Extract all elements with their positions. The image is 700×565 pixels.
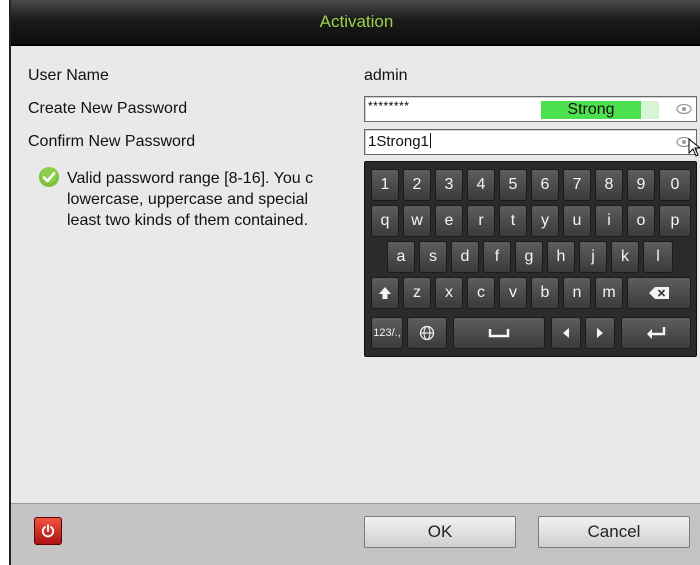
key-m[interactable]: m [595,277,623,309]
enter-key[interactable] [621,317,691,349]
key-h[interactable]: h [547,241,575,273]
key-5[interactable]: 5 [499,169,527,201]
key-7[interactable]: 7 [563,169,591,201]
power-button[interactable] [34,517,62,545]
user-name-value: admin [364,67,408,84]
space-key[interactable] [453,317,545,349]
key-2[interactable]: 2 [403,169,431,201]
hint-line: least two kinds of them contained. [67,212,309,229]
arrow-right-icon [597,328,603,338]
eye-icon[interactable] [676,102,692,116]
key-s[interactable]: s [419,241,447,273]
key-w[interactable]: w [403,205,431,237]
key-6[interactable]: 6 [531,169,559,201]
key-u[interactable]: u [563,205,591,237]
key-g[interactable]: g [515,241,543,273]
backspace-icon [649,287,669,299]
key-a[interactable]: a [387,241,415,273]
arrow-left-icon [563,328,569,338]
on-screen-keyboard: 1 2 3 4 5 6 7 8 9 0 q w e r t y u i o p … [364,161,697,357]
key-y[interactable]: y [531,205,559,237]
new-password-field[interactable]: ******** Strong [364,96,697,122]
key-l[interactable]: l [643,241,673,273]
password-strength-indicator: Strong [541,101,641,119]
key-r[interactable]: r [467,205,495,237]
user-name-label: User Name [28,67,109,84]
key-o[interactable]: o [627,205,655,237]
enter-icon [647,327,666,339]
key-3[interactable]: 3 [435,169,463,201]
key-t[interactable]: t [499,205,527,237]
key-b[interactable]: b [531,277,559,309]
mouse-pointer-icon [688,138,700,157]
key-4[interactable]: 4 [467,169,495,201]
key-d[interactable]: d [451,241,479,273]
arrow-right-key[interactable] [585,317,615,349]
key-z[interactable]: z [403,277,431,309]
key-x[interactable]: x [435,277,463,309]
hint-line: Valid password range [8-16]. You c [67,170,314,187]
key-v[interactable]: v [499,277,527,309]
language-key[interactable] [407,317,447,349]
globe-icon [419,325,435,341]
key-q[interactable]: q [371,205,399,237]
backspace-key[interactable] [627,277,691,309]
key-p[interactable]: p [659,205,691,237]
dialog-title: Activation [11,0,700,46]
ok-button[interactable]: OK [364,516,516,548]
key-c[interactable]: c [467,277,495,309]
shift-key[interactable] [371,277,399,309]
key-8[interactable]: 8 [595,169,623,201]
password-strength-remainder [641,101,659,119]
activation-dialog: Activation User Name admin Create New Pa… [9,0,700,565]
key-n[interactable]: n [563,277,591,309]
confirm-password-value: 1Strong1 [368,133,429,150]
space-icon [488,329,510,338]
key-j[interactable]: j [579,241,607,273]
key-k[interactable]: k [611,241,639,273]
shift-icon [379,287,391,299]
new-password-label: Create New Password [28,100,188,117]
cancel-button[interactable]: Cancel [538,516,690,548]
mode-switch-key[interactable]: 123/., [371,317,403,349]
key-0[interactable]: 0 [659,169,691,201]
confirm-password-label: Confirm New Password [28,133,196,150]
key-i[interactable]: i [595,205,623,237]
key-1[interactable]: 1 [371,169,399,201]
key-9[interactable]: 9 [627,169,655,201]
arrow-left-key[interactable] [551,317,581,349]
confirm-password-field[interactable]: 1Strong1 [364,129,700,157]
key-f[interactable]: f [483,241,511,273]
power-icon [41,524,55,538]
hint-line: lowercase, uppercase and special [67,191,309,208]
text-cursor [429,133,431,148]
password-hint: Valid password range [8-16]. You c lower… [37,168,365,240]
new-password-value: ******** [368,99,410,113]
key-e[interactable]: e [435,205,463,237]
